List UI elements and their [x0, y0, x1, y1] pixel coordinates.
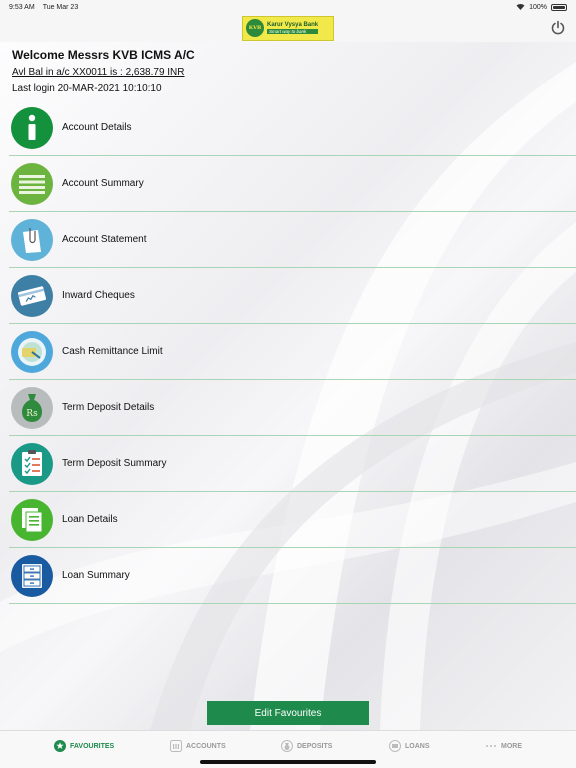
bank-name: Karur Vysya Bank — [267, 22, 319, 28]
loan-icon — [389, 740, 401, 752]
menu-item-account-summary[interactable]: Account Summary — [9, 156, 576, 212]
cheque-icon — [11, 274, 53, 317]
menu-item-label: Inward Cheques — [62, 290, 135, 301]
tab-deposits[interactable]: DEPOSITS — [281, 739, 332, 753]
tab-label: FAVOURITES — [70, 742, 115, 750]
money-bag-icon: Rs — [11, 386, 53, 429]
menu-item-account-details[interactable]: Account Details — [9, 100, 576, 156]
main-content: Welcome Messrs KVB ICMS A/C Avl Bal in a… — [0, 42, 576, 730]
menu-item-loan-details[interactable]: Loan Details — [9, 492, 576, 548]
status-time: 9:53 AM — [9, 3, 35, 11]
status-date: Tue Mar 23 — [42, 3, 79, 11]
battery-icon — [551, 3, 567, 11]
menu-item-inward-cheques[interactable]: Inward Cheques — [9, 268, 576, 324]
tab-label: LOANS — [405, 742, 430, 750]
last-login-text: Last login 20-MAR-2021 10:10:10 — [12, 83, 162, 94]
checklist-icon — [11, 442, 53, 485]
tab-favourites[interactable]: FAVOURITES — [54, 739, 114, 753]
menu-item-label: Loan Summary — [62, 570, 130, 581]
logo-seal: KVB — [246, 19, 264, 37]
tab-label: ACCOUNTS — [186, 742, 226, 750]
tab-label: MORE — [501, 742, 522, 750]
menu-item-label: Loan Details — [62, 514, 118, 525]
tab-more[interactable]: MORE — [485, 739, 522, 753]
menu-item-label: Account Summary — [62, 178, 144, 189]
document-clip-icon — [11, 218, 53, 261]
menu-item-label: Account Details — [62, 122, 132, 133]
wifi-icon — [516, 3, 525, 12]
edit-favourites-button[interactable]: Edit Favourites — [207, 701, 369, 725]
app-header: KVB Karur Vysya Bank Smart way to bank — [0, 14, 576, 42]
tab-accounts[interactable]: ACCOUNTS — [170, 739, 226, 753]
list-icon — [11, 162, 53, 205]
deposit-icon — [281, 740, 293, 752]
bank-tagline: Smart way to bank — [267, 29, 319, 34]
favourites-menu: Account Details Account Summary Account … — [9, 100, 576, 604]
status-bar: 9:53 AM Tue Mar 23 100% — [0, 0, 576, 14]
power-icon[interactable] — [550, 20, 566, 36]
balance-link[interactable]: Avl Bal in a/c XX0011 is : 2,638.79 INR — [12, 67, 185, 78]
star-icon — [54, 740, 66, 752]
menu-item-label: Term Deposit Details — [62, 402, 155, 413]
menu-item-term-deposit-details[interactable]: Rs Term Deposit Details — [9, 380, 576, 436]
bank-icon — [170, 740, 182, 752]
battery-percent: 100% — [529, 3, 547, 11]
cash-limit-icon — [11, 330, 53, 373]
pages-icon — [11, 498, 53, 541]
status-right: 100% — [516, 3, 567, 12]
menu-item-cash-remittance-limit[interactable]: Cash Remittance Limit — [9, 324, 576, 380]
menu-item-label: Account Statement — [62, 234, 147, 245]
menu-item-label: Term Deposit Summary — [62, 458, 167, 469]
more-icon — [485, 740, 497, 752]
menu-item-term-deposit-summary[interactable]: Term Deposit Summary — [9, 436, 576, 492]
bank-logo: KVB Karur Vysya Bank Smart way to bank — [242, 15, 334, 41]
menu-item-loan-summary[interactable]: Loan Summary — [9, 548, 576, 604]
tab-loans[interactable]: LOANS — [389, 739, 430, 753]
menu-item-label: Cash Remittance Limit — [62, 346, 163, 357]
menu-item-account-statement[interactable]: Account Statement — [9, 212, 576, 268]
home-indicator[interactable] — [200, 760, 376, 764]
cabinet-icon — [11, 554, 53, 597]
info-icon — [11, 106, 53, 149]
rupee-symbol: Rs — [26, 409, 38, 419]
welcome-text: Welcome Messrs KVB ICMS A/C — [12, 48, 195, 62]
tab-label: DEPOSITS — [297, 742, 333, 750]
